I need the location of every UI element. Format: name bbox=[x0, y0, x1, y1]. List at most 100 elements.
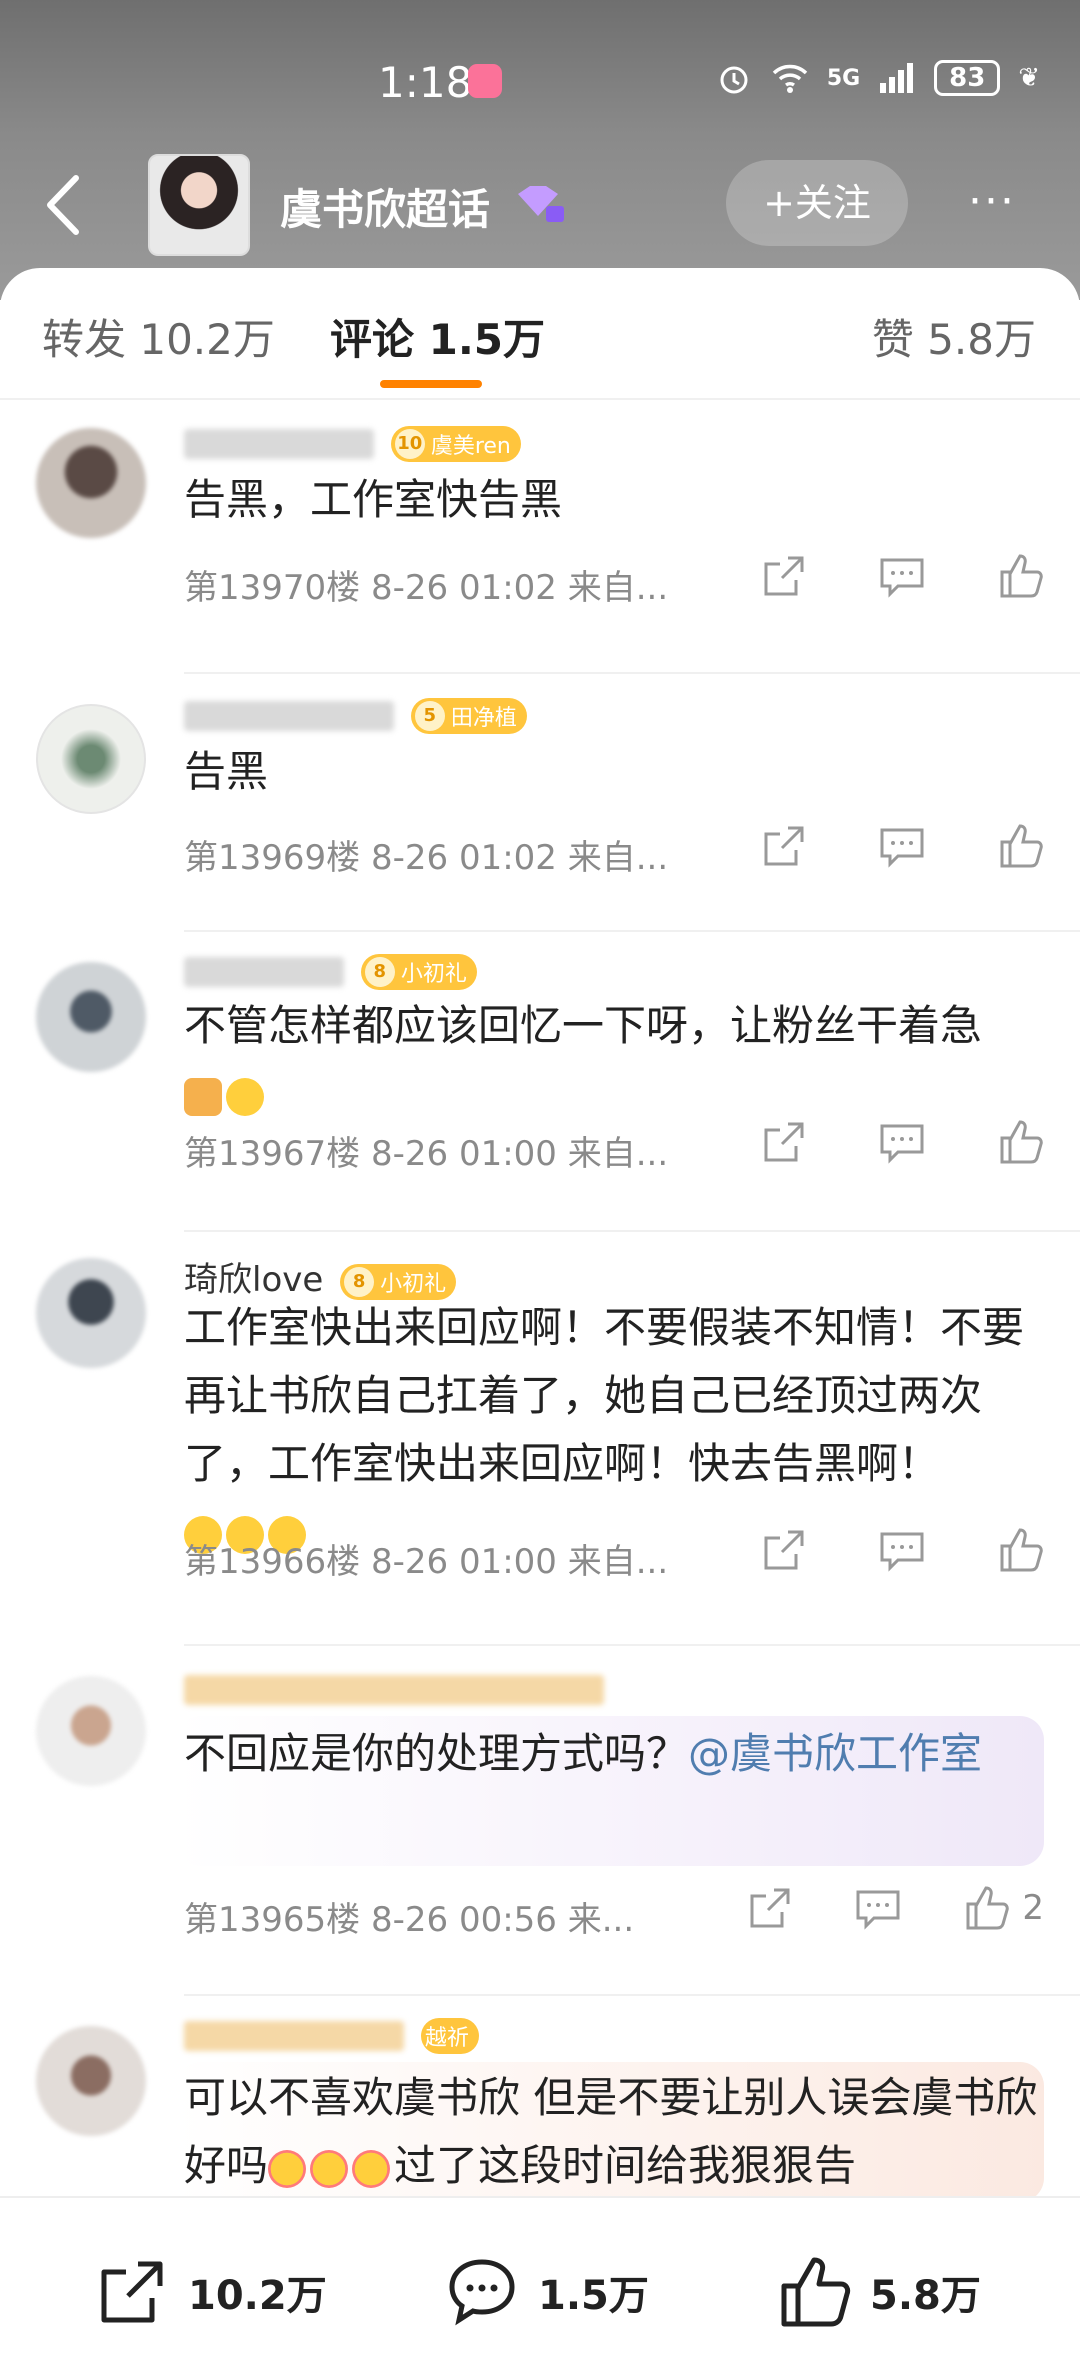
username[interactable]: 5 田净植 bbox=[184, 694, 527, 734]
like-icon[interactable] bbox=[996, 552, 1044, 600]
username-redacted bbox=[184, 700, 394, 731]
comment-icon[interactable] bbox=[854, 1884, 902, 1932]
comment-meta: 第13966楼 8-26 01:00 来自... bbox=[184, 1542, 669, 1582]
app-screen: 1:18 5G 83 ❦ 虞书欣超话 +关注 ··· 转发 10.2万 评论 1… bbox=[0, 0, 1080, 2376]
comment-text: 不管怎样都应该回忆一下呀，让粉丝干着急 bbox=[184, 992, 1044, 1128]
battery-indicator: 83 bbox=[934, 60, 1001, 96]
share-icon[interactable] bbox=[760, 822, 808, 870]
gem-icon bbox=[518, 186, 564, 222]
share-icon[interactable] bbox=[746, 1884, 794, 1932]
like-icon[interactable] bbox=[996, 1526, 1044, 1574]
comment-text-body: 不管怎样都应该回忆一下呀，让粉丝干着急 bbox=[184, 1001, 983, 1050]
comment-icon[interactable] bbox=[878, 552, 926, 600]
bilibili-icon bbox=[468, 64, 502, 98]
like-button[interactable]: 2 bbox=[962, 1884, 1044, 1932]
bottom-like-button[interactable]: 5.8万 bbox=[776, 2254, 981, 2330]
supertopic-avatar[interactable] bbox=[148, 154, 250, 256]
username[interactable] bbox=[184, 1668, 604, 1708]
fan-badge: 10 虞美ren bbox=[390, 425, 521, 462]
username-redacted bbox=[184, 1674, 604, 1705]
fan-badge-text: 小初礼 bbox=[380, 1271, 447, 1297]
comment-actions bbox=[760, 822, 1044, 870]
comment-icon[interactable] bbox=[878, 1118, 926, 1166]
like-count: 2 bbox=[1022, 1888, 1044, 1928]
comment-text: 可以不喜欢虞书欣 但是不要让别人误会虞书欣好吗 过了这段时间给我狠狠告 bbox=[184, 2064, 1044, 2200]
bottom-comment-button[interactable]: 1.5万 bbox=[444, 2254, 649, 2330]
username[interactable]: 10 虞美ren bbox=[184, 422, 521, 462]
username-redacted bbox=[184, 428, 374, 459]
blush-emoji-icon bbox=[352, 2149, 391, 2188]
username-redacted bbox=[184, 956, 344, 987]
avatar[interactable] bbox=[36, 1676, 146, 1786]
like-icon bbox=[781, 2257, 851, 2327]
tab-like[interactable]: 赞 5.8万 bbox=[872, 306, 1036, 367]
tab-comment[interactable]: 评论 1.5万 bbox=[330, 306, 545, 367]
alarm-icon bbox=[720, 66, 748, 94]
tab-bar: 转发 10.2万 评论 1.5万 赞 5.8万 bbox=[0, 268, 1080, 398]
status-bar: 1:18 5G 83 ❦ bbox=[0, 40, 1080, 120]
comment-item: 5 田净植 告黑 第13969楼 8-26 01:02 来自... bbox=[0, 674, 1080, 932]
avatar[interactable] bbox=[36, 962, 146, 1072]
avatar[interactable] bbox=[36, 428, 146, 538]
network-type: 5G bbox=[826, 65, 861, 91]
comment-text-body: 不回应是你的处理方式吗？ bbox=[184, 1729, 689, 1778]
leaf-icon: ❦ bbox=[1018, 63, 1040, 93]
comment-actions: 2 bbox=[746, 1884, 1044, 1932]
smirk-emoji-icon bbox=[226, 1077, 264, 1116]
share-icon[interactable] bbox=[760, 552, 808, 600]
signal-icon bbox=[880, 63, 914, 93]
status-time: 1:18 bbox=[378, 58, 473, 107]
comment-meta: 第13965楼 8-26 00:56 来... bbox=[184, 1900, 635, 1940]
bottom-comment-count: 1.5万 bbox=[538, 2273, 649, 2319]
comment-icon[interactable] bbox=[878, 822, 926, 870]
mention-link[interactable]: @虞书欣工作室 bbox=[688, 1729, 982, 1778]
fan-badge-text: 小初礼 bbox=[400, 961, 467, 987]
bottom-like-count: 5.8万 bbox=[870, 2273, 981, 2319]
like-icon[interactable] bbox=[996, 1118, 1044, 1166]
tab-divider bbox=[0, 398, 1080, 400]
comment-actions bbox=[760, 552, 1044, 600]
bottom-repost-button[interactable]: 10.2万 bbox=[94, 2254, 327, 2330]
comments-sheet: 转发 10.2万 评论 1.5万 赞 5.8万 10 虞美ren 告黑，工作室快… bbox=[0, 268, 1080, 2376]
comment-text: 不回应是你的处理方式吗？@虞书欣工作室 bbox=[184, 1720, 1044, 1788]
back-icon[interactable] bbox=[36, 170, 96, 240]
more-options-button[interactable]: ··· bbox=[968, 176, 1016, 227]
status-icons: 5G 83 ❦ bbox=[715, 60, 1040, 96]
share-icon[interactable] bbox=[760, 1526, 808, 1574]
tab-repost[interactable]: 转发 10.2万 bbox=[42, 306, 275, 367]
share-icon[interactable] bbox=[760, 1118, 808, 1166]
comment-item: 8 小初礼 不管怎样都应该回忆一下呀，让粉丝干着急 第13967楼 8-26 0… bbox=[0, 932, 1080, 1232]
tab-active-indicator bbox=[380, 380, 482, 388]
comment-text-tail: 过了这段时间给我狠狠告 bbox=[394, 2141, 857, 2190]
follow-button[interactable]: +关注 bbox=[726, 160, 908, 246]
username[interactable]: 越祈 bbox=[184, 2014, 479, 2054]
like-icon[interactable] bbox=[996, 822, 1044, 870]
comment-item: 10 虞美ren 告黑，工作室快告黑 第13970楼 8-26 01:02 来自… bbox=[0, 414, 1080, 674]
fan-badge-level: 8 bbox=[344, 1266, 375, 1297]
comment-text: 告黑 bbox=[184, 747, 269, 796]
fan-badge-text: 越祈 bbox=[424, 2025, 469, 2051]
fan-badge: 5 田净植 bbox=[410, 697, 527, 734]
fan-badge-text: 虞美ren bbox=[430, 433, 511, 459]
fan-badge-text: 田净植 bbox=[450, 705, 517, 731]
comment-actions bbox=[760, 1526, 1044, 1574]
bottom-action-bar: 10.2万 1.5万 5.8万 bbox=[0, 2196, 1080, 2376]
comment-meta: 第13967楼 8-26 01:00 来自... bbox=[184, 1134, 669, 1174]
comment-meta: 第13969楼 8-26 01:02 来自... bbox=[184, 838, 669, 878]
username[interactable]: 8 小初礼 bbox=[184, 950, 477, 990]
avatar[interactable] bbox=[36, 2026, 146, 2136]
comment-item: 不回应是你的处理方式吗？@虞书欣工作室 第13965楼 8-26 00:56 来… bbox=[0, 1646, 1080, 1996]
avatar[interactable] bbox=[36, 1258, 146, 1368]
share-icon bbox=[101, 2261, 163, 2323]
thumbs-up-emoji-icon bbox=[184, 1077, 222, 1116]
comment-meta: 第13970楼 8-26 01:02 来自... bbox=[184, 568, 669, 608]
bottom-repost-count: 10.2万 bbox=[188, 2273, 327, 2319]
blush-emoji-icon bbox=[268, 2149, 307, 2188]
fan-badge-level: 5 bbox=[414, 700, 445, 731]
page-title[interactable]: 虞书欣超话 bbox=[280, 176, 490, 237]
comment-icon bbox=[449, 2259, 515, 2326]
blush-emoji-icon bbox=[310, 2149, 349, 2188]
comment-icon[interactable] bbox=[878, 1526, 926, 1574]
avatar[interactable] bbox=[36, 704, 146, 814]
nav-bar: 虞书欣超话 +关注 ··· bbox=[0, 140, 1080, 270]
